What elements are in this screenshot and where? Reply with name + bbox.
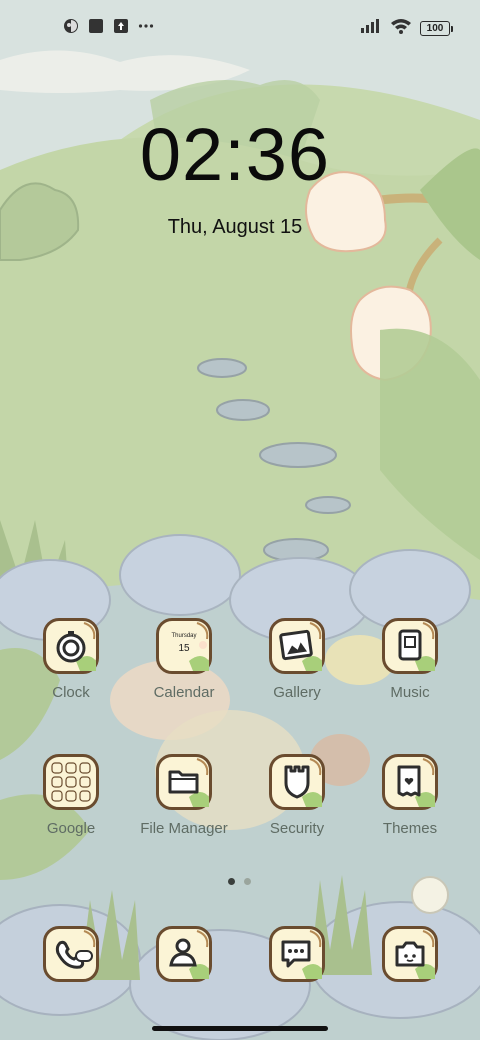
app-notification-icon xyxy=(63,18,79,34)
app-folder-google[interactable]: Google xyxy=(16,754,126,837)
app-clock[interactable]: Clock xyxy=(16,618,126,701)
app-label: Security xyxy=(269,820,325,837)
page-dot-active[interactable] xyxy=(228,878,235,885)
app-label: File Manager xyxy=(140,820,228,837)
camera-icon[interactable] xyxy=(382,926,438,982)
app-label: Clock xyxy=(52,684,90,701)
clock-icon[interactable] xyxy=(43,618,99,674)
folder-icon[interactable] xyxy=(156,754,212,810)
gallery-icon[interactable] xyxy=(269,618,325,674)
app-themes[interactable]: Themes xyxy=(355,754,465,837)
app-calendar[interactable]: Thursday 15 Calendar xyxy=(129,618,239,701)
app-security[interactable]: Security xyxy=(242,754,352,837)
app-label: Themes xyxy=(382,820,438,837)
music-icon[interactable] xyxy=(382,618,438,674)
messages-icon[interactable] xyxy=(269,926,325,982)
status-right: 100 xyxy=(360,18,453,39)
page-dot[interactable] xyxy=(244,878,251,885)
shield-icon[interactable] xyxy=(269,754,325,810)
upload-icon xyxy=(113,18,129,34)
clock-widget-time[interactable]: 02:36 xyxy=(0,112,470,197)
wifi-icon xyxy=(390,18,412,39)
dock-messages[interactable] xyxy=(242,926,352,982)
signal-icon xyxy=(360,18,382,39)
clock-widget-date[interactable]: Thu, August 15 xyxy=(0,216,470,239)
dock-camera[interactable] xyxy=(355,926,465,982)
square-notification-icon xyxy=(88,18,104,34)
calendar-weekday: Thursday xyxy=(171,633,197,639)
app-label: Music xyxy=(390,684,430,701)
gesture-nav-handle[interactable] xyxy=(152,1026,328,1031)
contacts-icon[interactable] xyxy=(156,926,212,982)
app-gallery[interactable]: Gallery xyxy=(242,618,352,701)
calendar-day: 15 xyxy=(178,643,190,654)
themes-icon[interactable] xyxy=(382,754,438,810)
battery-level: 100 xyxy=(426,23,444,34)
page-indicator xyxy=(0,878,480,888)
dock-contacts[interactable] xyxy=(129,926,239,982)
calendar-icon[interactable]: Thursday 15 xyxy=(156,618,212,674)
more-dots-icon xyxy=(138,18,154,34)
dock-phone[interactable] xyxy=(16,926,126,982)
status-left xyxy=(63,18,154,34)
phone-icon[interactable] xyxy=(43,926,99,982)
app-label: Google xyxy=(46,820,96,837)
app-file-manager[interactable]: File Manager xyxy=(129,754,239,837)
app-music[interactable]: Music xyxy=(355,618,465,701)
app-label: Gallery xyxy=(273,684,321,701)
google-folder-icon[interactable] xyxy=(43,754,99,810)
app-label: Calendar xyxy=(153,684,215,701)
status-bar: 100 xyxy=(0,0,480,56)
battery-icon: 100 xyxy=(420,21,453,36)
